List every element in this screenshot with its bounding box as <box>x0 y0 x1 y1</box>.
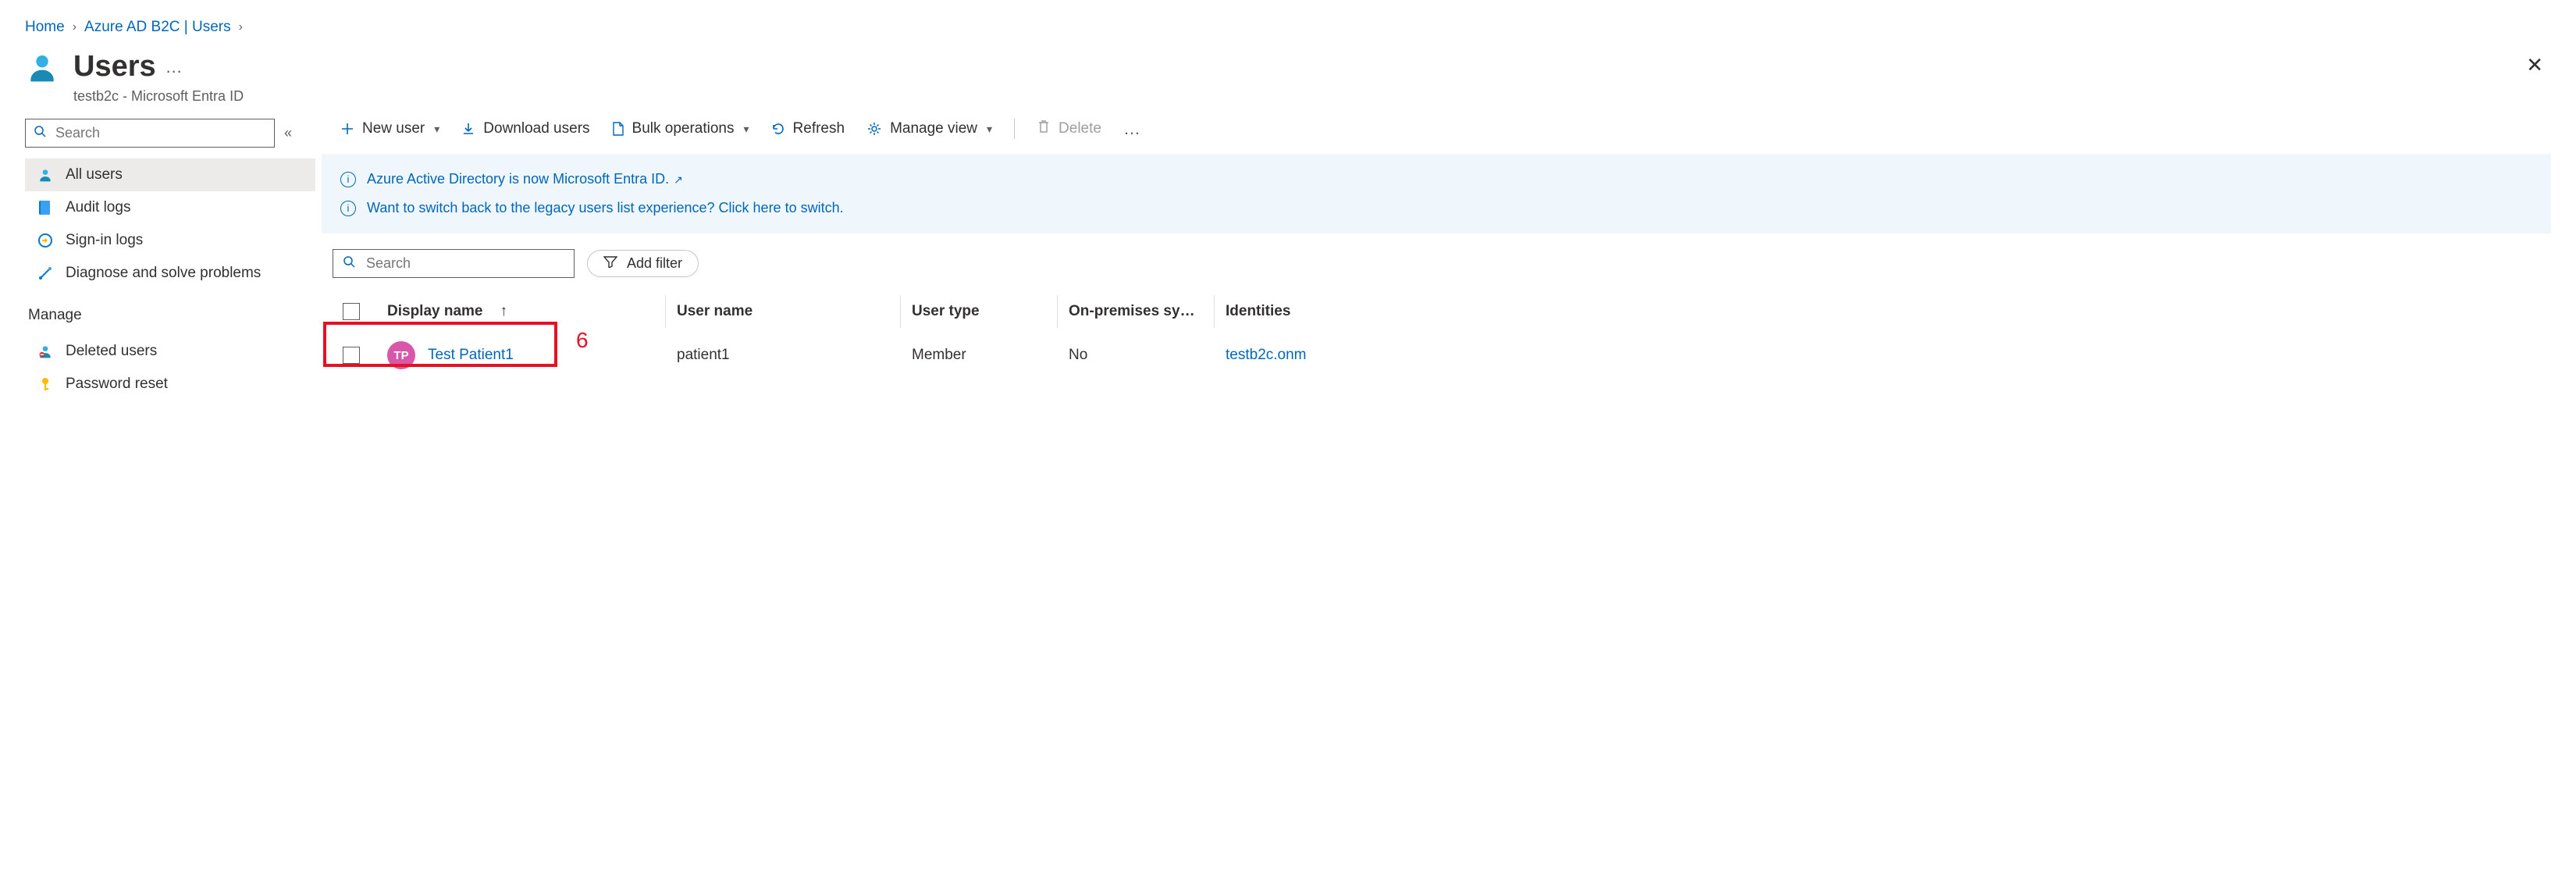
column-header-user-type[interactable]: User type <box>901 295 1057 328</box>
info-banner: i Azure Active Directory is now Microsof… <box>322 154 2551 233</box>
key-icon <box>36 376 55 392</box>
sidebar-section-manage: Manage <box>25 290 315 335</box>
user-icon <box>36 167 55 183</box>
button-label: Manage view <box>890 120 977 137</box>
info-icon: i <box>340 172 356 187</box>
button-label: Bulk operations <box>632 120 735 137</box>
command-bar: New user ▾ Download users Bulk operation… <box>322 119 2551 154</box>
chevron-right-icon: › <box>73 20 76 34</box>
external-link-icon: ↗ <box>674 173 683 186</box>
sidebar-item-label: Sign-in logs <box>66 232 143 249</box>
refresh-icon <box>771 122 785 136</box>
button-label: Delete <box>1059 120 1101 137</box>
breadcrumb: Home › Azure AD B2C | Users › <box>25 19 2551 36</box>
column-header-identities[interactable]: Identities <box>1215 295 1340 328</box>
delete-button: Delete <box>1037 119 1101 139</box>
button-label: Download users <box>483 120 589 137</box>
cell-display-name[interactable]: TP Test Patient1 <box>376 333 665 377</box>
table-row[interactable]: TP Test Patient1 patient1 Member No test… <box>326 333 2551 377</box>
sort-asc-icon: ↑ <box>500 303 508 320</box>
row-checkbox[interactable] <box>326 339 376 372</box>
collapse-sidebar-button[interactable]: « <box>284 125 292 141</box>
search-icon <box>34 125 46 141</box>
book-icon <box>36 200 55 215</box>
column-header-display-name[interactable]: Display name ↑ <box>376 295 665 328</box>
sidebar-search[interactable] <box>25 119 275 148</box>
sidebar-item-diagnose[interactable]: Diagnose and solve problems <box>25 257 315 290</box>
add-filter-button[interactable]: Add filter <box>587 250 699 277</box>
manage-view-button[interactable]: Manage view ▾ <box>866 120 992 137</box>
sidebar-item-label: Deleted users <box>66 343 157 360</box>
chevron-down-icon: ▾ <box>744 123 749 136</box>
title-more-button[interactable]: … <box>165 57 184 77</box>
plus-icon <box>340 122 354 136</box>
refresh-button[interactable]: Refresh <box>771 120 845 137</box>
gear-icon <box>866 121 882 137</box>
chevron-down-icon: ▾ <box>987 123 992 136</box>
sidebar-item-all-users[interactable]: All users <box>25 158 315 191</box>
sidebar: « All users Audit logs Sign-in logs Diag… <box>25 119 322 401</box>
new-user-button[interactable]: New user ▾ <box>340 120 439 137</box>
page-title-bar: Users … testb2c - Microsoft Entra ID ✕ <box>25 50 2551 105</box>
info-icon: i <box>340 201 356 216</box>
sidebar-search-input[interactable] <box>54 124 266 142</box>
download-users-button[interactable]: Download users <box>461 120 589 137</box>
deleted-user-icon <box>36 344 55 359</box>
breadcrumb-level1[interactable]: Azure AD B2C | Users <box>84 19 231 36</box>
cell-on-premises: No <box>1058 339 1214 372</box>
main-panel: New user ▾ Download users Bulk operation… <box>322 119 2551 401</box>
bulk-operations-button[interactable]: Bulk operations ▾ <box>612 120 749 137</box>
table-header-row: Display name ↑ User name User type On-pr… <box>326 290 2551 333</box>
button-label: Refresh <box>793 120 845 137</box>
chevron-down-icon: ▾ <box>434 123 439 136</box>
sidebar-item-label: Audit logs <box>66 199 130 216</box>
filter-row: Add filter <box>333 249 2551 278</box>
cell-user-type: Member <box>901 339 1057 372</box>
column-header-on-premises[interactable]: On-premises sy… <box>1058 295 1214 328</box>
document-icon <box>612 121 624 137</box>
cell-user-name: patient1 <box>666 339 900 372</box>
sidebar-item-label: Password reset <box>66 376 168 393</box>
sidebar-item-label: Diagnose and solve problems <box>66 265 261 282</box>
toolbar-more-button[interactable]: … <box>1123 119 1142 139</box>
page-title: Users <box>73 50 156 84</box>
cell-identities[interactable]: testb2c.onm <box>1215 339 1340 372</box>
sidebar-item-sign-in-logs[interactable]: Sign-in logs <box>25 224 315 257</box>
table-search-input[interactable] <box>365 255 564 272</box>
button-label: New user <box>362 120 425 137</box>
breadcrumb-home[interactable]: Home <box>25 19 65 36</box>
tools-icon <box>36 265 55 281</box>
search-icon <box>343 255 355 272</box>
download-icon <box>461 122 475 136</box>
filter-icon <box>603 255 617 272</box>
users-table: Display name ↑ User name User type On-pr… <box>326 290 2551 377</box>
sidebar-item-deleted-users[interactable]: Deleted users <box>25 335 315 368</box>
annotation-callout-6: 6 <box>576 328 589 353</box>
close-button[interactable]: ✕ <box>2518 50 2551 80</box>
legacy-switch-link[interactable]: Want to switch back to the legacy users … <box>367 200 844 216</box>
signin-icon <box>36 233 55 248</box>
sidebar-item-label: All users <box>66 166 123 183</box>
button-label: Add filter <box>627 255 682 272</box>
user-icon <box>25 50 59 88</box>
trash-icon <box>1037 119 1051 139</box>
header-label: Display name <box>387 303 483 320</box>
page-subtitle: testb2c - Microsoft Entra ID <box>73 88 244 105</box>
toolbar-divider <box>1014 119 1015 139</box>
chevron-right-icon: › <box>239 20 243 34</box>
entra-rename-link[interactable]: Azure Active Directory is now Microsoft … <box>367 171 683 187</box>
user-link[interactable]: Test Patient1 <box>428 347 514 364</box>
table-search[interactable] <box>333 249 575 278</box>
column-header-user-name[interactable]: User name <box>666 295 900 328</box>
select-all-checkbox[interactable] <box>326 295 376 328</box>
sidebar-item-audit-logs[interactable]: Audit logs <box>25 191 315 224</box>
sidebar-item-password-reset[interactable]: Password reset <box>25 368 315 401</box>
avatar: TP <box>387 341 415 369</box>
